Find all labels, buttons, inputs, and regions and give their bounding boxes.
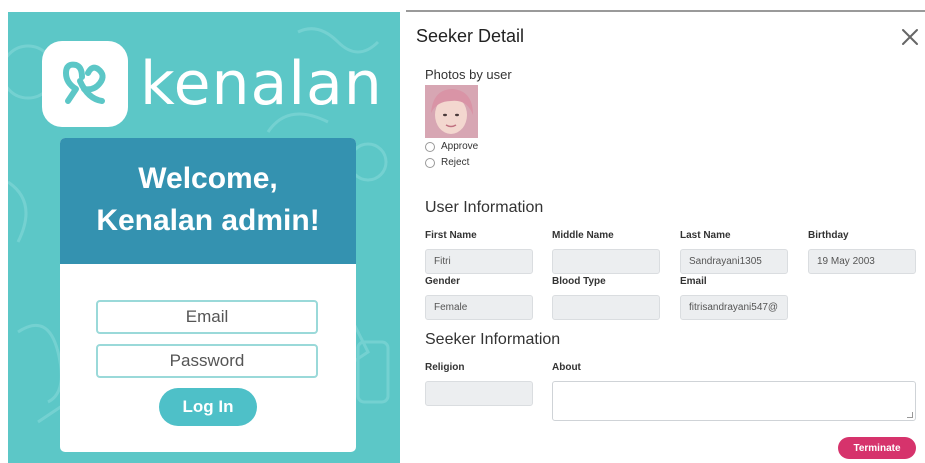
birthday-field[interactable]: 19 May 2003 xyxy=(808,249,916,274)
birthday-label: Birthday xyxy=(808,230,849,241)
brand-logo: kenalan xyxy=(42,36,383,132)
terminate-button[interactable]: Terminate xyxy=(838,437,916,459)
about-label: About xyxy=(552,362,581,373)
user-photo[interactable] xyxy=(425,85,478,138)
middle-name-label: Middle Name xyxy=(552,230,614,241)
welcome-header: Welcome, Kenalan admin! xyxy=(60,138,356,264)
about-textarea[interactable] xyxy=(552,381,916,421)
email-field[interactable]: fitrisandrayani547@ xyxy=(680,295,788,320)
login-panel: kenalan Welcome, Kenalan admin! Log In xyxy=(8,12,400,463)
reject-label: Reject xyxy=(441,157,470,168)
blood-type-label: Blood Type xyxy=(552,276,606,287)
religion-label: Religion xyxy=(425,362,465,373)
first-name-label: First Name xyxy=(425,230,477,241)
close-icon xyxy=(902,29,918,45)
seeker-detail-modal: Seeker Detail Photos by user Approve Rej… xyxy=(406,10,925,463)
approve-option[interactable]: Approve xyxy=(425,141,478,152)
seeker-information-title: Seeker Information xyxy=(425,331,561,348)
email-label: Email xyxy=(680,276,707,287)
last-name-label: Last Name xyxy=(680,230,731,241)
user-information-title: User Information xyxy=(425,199,544,216)
login-button[interactable]: Log In xyxy=(159,388,257,426)
modal-title: Seeker Detail xyxy=(416,26,525,46)
welcome-line-2: Kenalan admin! xyxy=(96,204,320,237)
religion-field[interactable] xyxy=(425,381,533,406)
resize-handle-icon[interactable] xyxy=(907,412,913,418)
approve-label: Approve xyxy=(441,141,479,152)
gender-field[interactable]: Female xyxy=(425,295,533,320)
kenalan-logo-icon xyxy=(42,41,128,127)
gender-label: Gender xyxy=(425,276,461,287)
password-input[interactable] xyxy=(96,344,318,378)
close-button[interactable] xyxy=(899,26,921,48)
approve-radio[interactable] xyxy=(425,141,435,152)
blood-type-field[interactable] xyxy=(552,295,660,320)
photos-label: Photos by user xyxy=(425,67,512,82)
welcome-line-1: Welcome, xyxy=(138,162,278,195)
last-name-field[interactable]: Sandrayani1305 xyxy=(680,249,788,274)
first-name-field[interactable]: Fitri xyxy=(425,249,533,274)
login-card: Welcome, Kenalan admin! Log In xyxy=(60,138,356,452)
reject-option[interactable]: Reject xyxy=(425,157,469,168)
middle-name-field[interactable] xyxy=(552,249,660,274)
email-input[interactable] xyxy=(96,300,318,334)
reject-radio[interactable] xyxy=(425,157,435,168)
brand-name: kenalan xyxy=(140,49,383,119)
